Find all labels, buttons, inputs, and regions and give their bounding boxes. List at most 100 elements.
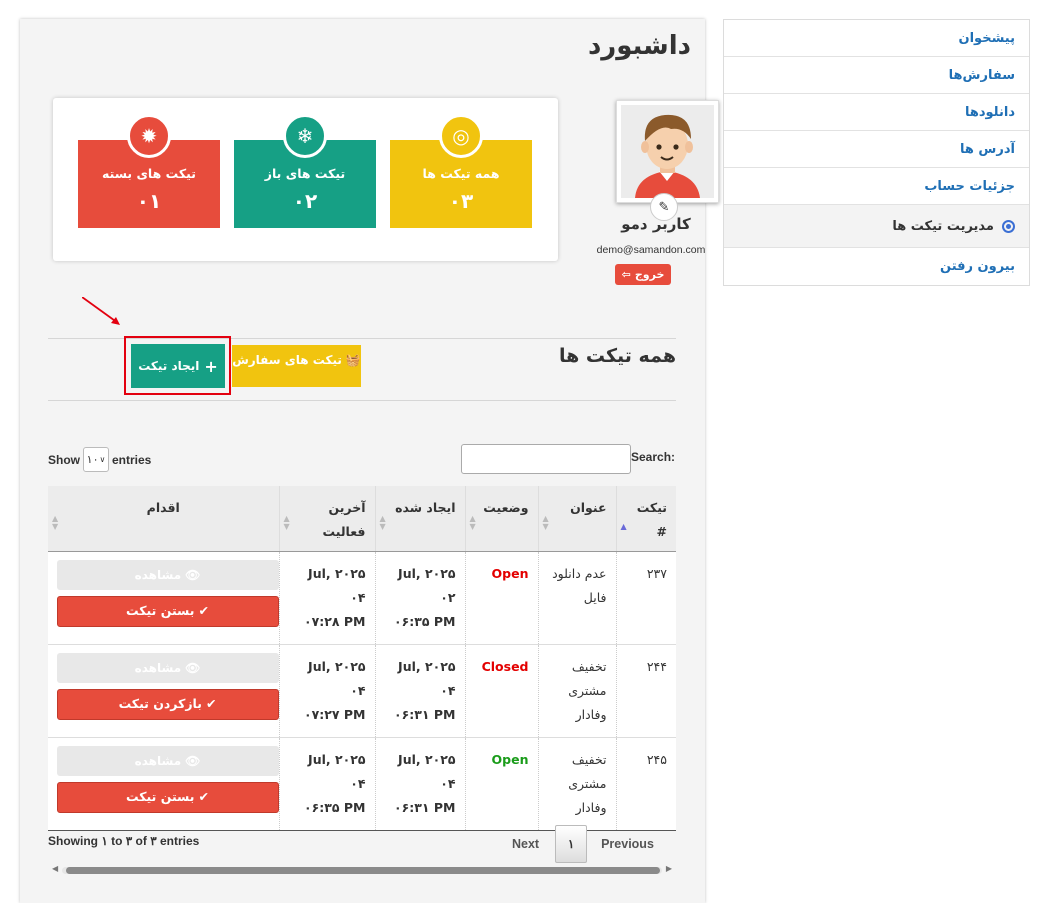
table-info: Showing ۱ to ۳ of ۳ entries: [48, 834, 200, 848]
sidebar-item-addresses[interactable]: آدرس ها: [724, 131, 1029, 168]
ticket-status-cell: Open: [465, 737, 539, 831]
sidebar-item-label: جزئیات حساب: [924, 178, 1015, 194]
view-ticket-button[interactable]: 👁 مشاهده: [56, 745, 279, 776]
column-header-action[interactable]: اقدام ▲ ▼: [48, 486, 280, 552]
ticket-id-cell: ۲۴۴: [616, 644, 676, 738]
status-badge: Open: [491, 751, 529, 767]
stat-value: ۰۲: [292, 189, 318, 213]
stat-label: همه تیکت ها: [422, 166, 500, 181]
column-header-last-activity[interactable]: آخرین فعالیت ▲ ▼: [279, 486, 376, 552]
ticket-id-cell: ۲۴۵: [616, 737, 676, 831]
sort-asc-icon: ▲: [620, 521, 627, 531]
horizontal-scrollbar[interactable]: ◀ ▶: [48, 863, 676, 877]
sidebar-item-orders[interactable]: سفارش‌ها: [724, 57, 1029, 94]
action-cell: 👁 مشاهده ✔ بستن تیکت: [48, 551, 280, 645]
user-avatar-icon: [621, 105, 714, 198]
entries-length-control: Show ۱۰ ∨ entries: [48, 447, 151, 472]
ticket-title-cell: عدم دانلود فایل: [538, 551, 617, 645]
search-input[interactable]: [461, 444, 631, 474]
scroll-thumb[interactable]: [66, 867, 660, 874]
sort-icon: ▲ ▼: [469, 513, 476, 531]
eye-icon: 👁: [185, 753, 201, 768]
sort-icon: ▲ ▼: [379, 513, 386, 531]
sidebar-item-ticket-management[interactable]: مدیریت تیکت ها: [724, 205, 1029, 248]
logout-button[interactable]: خروج ⇦: [615, 264, 671, 285]
action-cell: 👁 مشاهده ✔ بستن تیکت: [48, 737, 280, 831]
sidebar-item-account-details[interactable]: جزئیات حساب: [724, 168, 1029, 205]
snowflake-icon: ❄: [283, 114, 327, 158]
order-tickets-button[interactable]: 🧺 تیکت های سفارش: [232, 345, 361, 387]
table-row: ۲۳۷ عدم دانلود فایل Open Jul, ۲۰۲۵ ۰۲ ۰۶:…: [48, 551, 676, 645]
sidebar-item-label: پیشخوان: [958, 30, 1016, 46]
stat-label: تیکت های بسته: [102, 166, 196, 181]
entries-length-select[interactable]: ۱۰ ∨: [83, 447, 109, 472]
ticket-id-cell: ۲۳۷: [616, 551, 676, 645]
last-activity-cell: Jul, ۲۰۲۵ ۰۴ ۰۷:۲۸ PM: [279, 551, 376, 645]
next-page-button[interactable]: Next: [512, 837, 539, 851]
gear-icon: ✹: [127, 114, 171, 158]
sidebar-item-downloads[interactable]: دانلودها: [724, 94, 1029, 131]
ticket-status-cell: Open: [465, 551, 539, 645]
sidebar-item-label: بیرون رفتن: [940, 259, 1015, 274]
search-label: Search:: [631, 450, 676, 464]
check-icon: ✔: [198, 789, 209, 804]
pagination: Next ۱ Previous: [512, 825, 654, 863]
section-title: همه تیکت ها: [558, 345, 676, 367]
stat-value: ۰۱: [136, 189, 162, 213]
scroll-right-icon[interactable]: ▶: [666, 864, 672, 873]
column-header-ticket-id[interactable]: تیکت # ▲: [616, 486, 676, 552]
reopen-ticket-button[interactable]: ✔ بازکردن تیکت: [56, 688, 279, 720]
user-email: demo@samandon.com: [596, 244, 706, 256]
stat-all-tickets: ◎ همه تیکت ها ۰۳: [390, 114, 532, 228]
tickets-table: تیکت # ▲ عنوان ▲ ▼ وضعیت ▲ ▼ ایجاد شده ▲ ▼ آخری…: [48, 486, 676, 831]
page-title: داشبورد: [587, 31, 691, 61]
stat-open-tickets: ❄ تیکت های باز ۰۲: [234, 114, 376, 228]
annotation-arrow-icon: [82, 297, 120, 325]
check-icon: ✔: [205, 696, 217, 711]
close-ticket-button[interactable]: ✔ بستن تیکت: [56, 781, 279, 813]
ticket-status-cell: Closed: [465, 644, 539, 738]
account-sidebar: پیشخوان سفارش‌ها دانلودها آدرس ها جزئیات…: [723, 19, 1030, 286]
sort-icon: ▲ ▼: [283, 513, 290, 531]
status-badge: Closed: [481, 658, 529, 674]
table-row: ۲۴۴ تخفیف مشتری وفادار Closed Jul, ۲۰۲۵ …: [48, 644, 676, 738]
status-badge: Open: [491, 565, 529, 581]
column-header-created[interactable]: ایجاد شده ▲ ▼: [375, 486, 466, 552]
sort-icon: ▲ ▼: [52, 513, 59, 531]
created-cell: Jul, ۲۰۲۵ ۰۴ ۰۶:۳۱ PM: [375, 737, 466, 831]
previous-page-button[interactable]: Previous: [601, 837, 654, 851]
ticket-title-cell: تخفیف مشتری وفادار: [538, 644, 617, 738]
sidebar-item-dashboard[interactable]: پیشخوان: [724, 20, 1029, 57]
column-header-title[interactable]: عنوان ▲ ▼: [538, 486, 617, 552]
created-cell: Jul, ۲۰۲۵ ۰۲ ۰۶:۳۵ PM: [375, 551, 466, 645]
eye-icon: 👁: [185, 567, 201, 582]
sidebar-item-label: سفارش‌ها: [948, 67, 1015, 83]
created-cell: Jul, ۲۰۲۵ ۰۴ ۰۶:۳۱ PM: [375, 644, 466, 738]
sidebar-item-label: دانلودها: [964, 104, 1015, 120]
stat-label: تیکت های باز: [264, 166, 346, 181]
plus-icon: +: [204, 356, 218, 376]
page-1-button[interactable]: ۱: [555, 825, 588, 863]
pencil-icon: ✎: [658, 199, 670, 215]
action-cell: 👁 مشاهده ✔ بازکردن تیکت: [48, 644, 280, 738]
sort-icon: ▲ ▼: [542, 513, 549, 531]
basket-icon: 🧺: [345, 353, 361, 367]
scroll-left-icon[interactable]: ◀: [52, 864, 58, 873]
chevron-down-icon: ∨: [99, 455, 106, 464]
last-activity-cell: Jul, ۲۰۲۵ ۰۴ ۰۶:۳۵ PM: [279, 737, 376, 831]
sidebar-item-label: آدرس ها: [960, 141, 1015, 157]
user-name: کاربر دمو: [621, 215, 691, 233]
target-icon: ◎: [439, 114, 483, 158]
avatar: [616, 100, 719, 203]
view-ticket-button[interactable]: 👁 مشاهده: [56, 652, 279, 683]
sidebar-item-label: مدیریت تیکت ها: [892, 218, 994, 234]
column-header-status[interactable]: وضعیت ▲ ▼: [465, 486, 539, 552]
check-icon: ✔: [198, 603, 209, 618]
table-row: ۲۴۵ تخفیف مشتری وفادار Open Jul, ۲۰۲۵ ۰۴…: [48, 737, 676, 831]
sidebar-item-logout[interactable]: بیرون رفتن: [724, 248, 1029, 285]
dashboard-panel: داشبورد ✎ کاربر دمو demo@samandon.com خر…: [20, 19, 719, 903]
create-ticket-button[interactable]: + ایجاد تیکت: [131, 344, 225, 388]
ticket-title-cell: تخفیف مشتری وفادار: [538, 737, 617, 831]
view-ticket-button[interactable]: 👁 مشاهده: [56, 559, 279, 590]
close-ticket-button[interactable]: ✔ بستن تیکت: [56, 595, 279, 627]
